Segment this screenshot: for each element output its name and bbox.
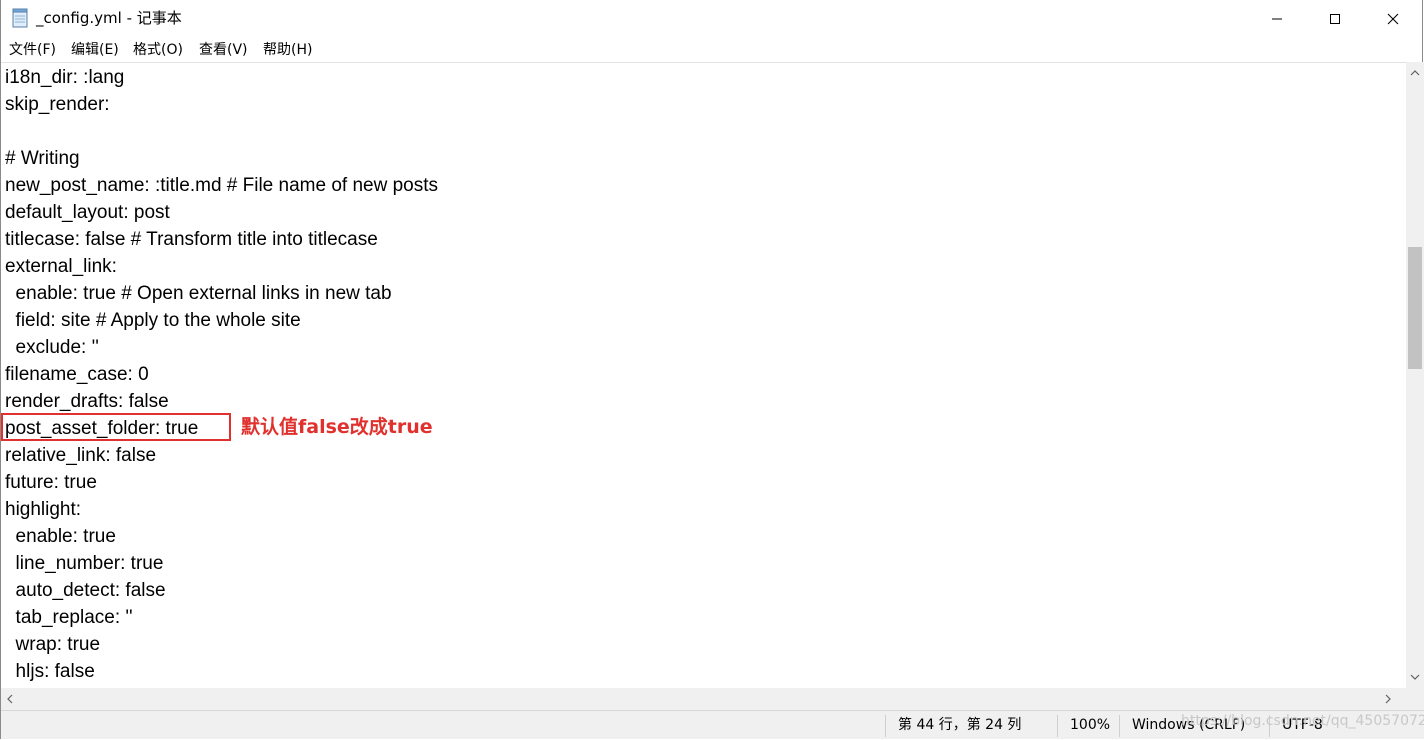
code-line: auto_detect: false	[5, 580, 166, 601]
status-divider	[1119, 715, 1120, 737]
code-line: default_layout: post	[5, 202, 170, 223]
menu-file[interactable]: 文件(F)	[9, 41, 56, 59]
notepad-icon	[12, 8, 28, 28]
menu-bar: 文件(F) 编辑(E) 格式(O) 查看(V) 帮助(H)	[1, 38, 1422, 62]
scroll-up-button[interactable]	[1406, 62, 1424, 84]
window-title: _config.yml - 记事本	[36, 9, 182, 27]
chevron-down-icon	[1410, 674, 1420, 680]
code-line: render_drafts: false	[5, 391, 169, 412]
annotation-highlight-box	[1, 413, 231, 441]
code-line: field: site # Apply to the whole site	[5, 310, 301, 331]
chevron-right-icon	[1385, 694, 1391, 704]
horizontal-scrollbar[interactable]	[1, 688, 1406, 710]
code-line: enable: true	[5, 526, 116, 547]
code-line: external_link:	[5, 256, 117, 277]
code-line: future: true	[5, 472, 97, 493]
chevron-left-icon	[7, 694, 13, 704]
notepad-window: _config.yml - 记事本 文件(F) 编辑(E) 格式(O) 查看(V…	[0, 0, 1424, 739]
watermark: https://blog.csdn.net/qq_45057072	[1181, 713, 1424, 729]
vertical-scroll-thumb[interactable]	[1408, 247, 1422, 369]
close-button[interactable]	[1364, 0, 1422, 38]
scroll-down-button[interactable]	[1406, 666, 1424, 688]
title-bar[interactable]: _config.yml - 记事本	[1, 0, 1422, 38]
menu-help[interactable]: 帮助(H)	[263, 41, 312, 59]
annotation-note: 默认值false改成true	[241, 416, 433, 438]
code-line: exclude: ''	[5, 337, 99, 358]
maximize-icon	[1330, 14, 1340, 24]
vertical-scrollbar[interactable]	[1406, 62, 1424, 688]
status-divider	[1057, 715, 1058, 737]
code-line: filename_case: 0	[5, 364, 149, 385]
menu-edit[interactable]: 编辑(E)	[71, 41, 119, 59]
code-line: i18n_dir: :lang	[5, 67, 125, 88]
cursor-position: 第 44 行，第 24 列	[898, 717, 1022, 733]
text-editor[interactable]: i18n_dir: :lang skip_render: # Writing n…	[1, 62, 1406, 689]
code-line: wrap: true	[5, 634, 101, 655]
status-divider	[885, 715, 886, 737]
code-line: new_post_name: :title.md # File name of …	[5, 175, 439, 196]
code-line: # Writing	[5, 148, 80, 169]
horizontal-scroll-thumb[interactable]	[19, 692, 1379, 706]
code-line: relative_link: false	[5, 445, 157, 466]
code-line: tab_replace: ''	[5, 607, 133, 628]
code-line: skip_render:	[5, 94, 110, 115]
menu-view[interactable]: 查看(V)	[199, 41, 248, 59]
zoom-level: 100%	[1070, 717, 1111, 733]
chevron-up-icon	[1410, 70, 1420, 76]
code-line: highlight:	[5, 499, 82, 520]
code-line: line_number: true	[5, 553, 164, 574]
menu-format[interactable]: 格式(O)	[133, 41, 183, 59]
scrollbar-corner	[1406, 688, 1424, 710]
code-line: titlecase: false # Transform title into …	[5, 229, 378, 250]
maximize-button[interactable]	[1306, 0, 1364, 38]
minimize-icon	[1272, 18, 1282, 20]
scroll-right-button[interactable]	[1379, 688, 1397, 710]
close-icon	[1387, 13, 1399, 25]
minimize-button[interactable]	[1248, 0, 1306, 38]
code-line: enable: true # Open external links in ne…	[5, 283, 392, 304]
scroll-left-button[interactable]	[1, 688, 19, 710]
code-line: hljs: false	[5, 661, 95, 682]
